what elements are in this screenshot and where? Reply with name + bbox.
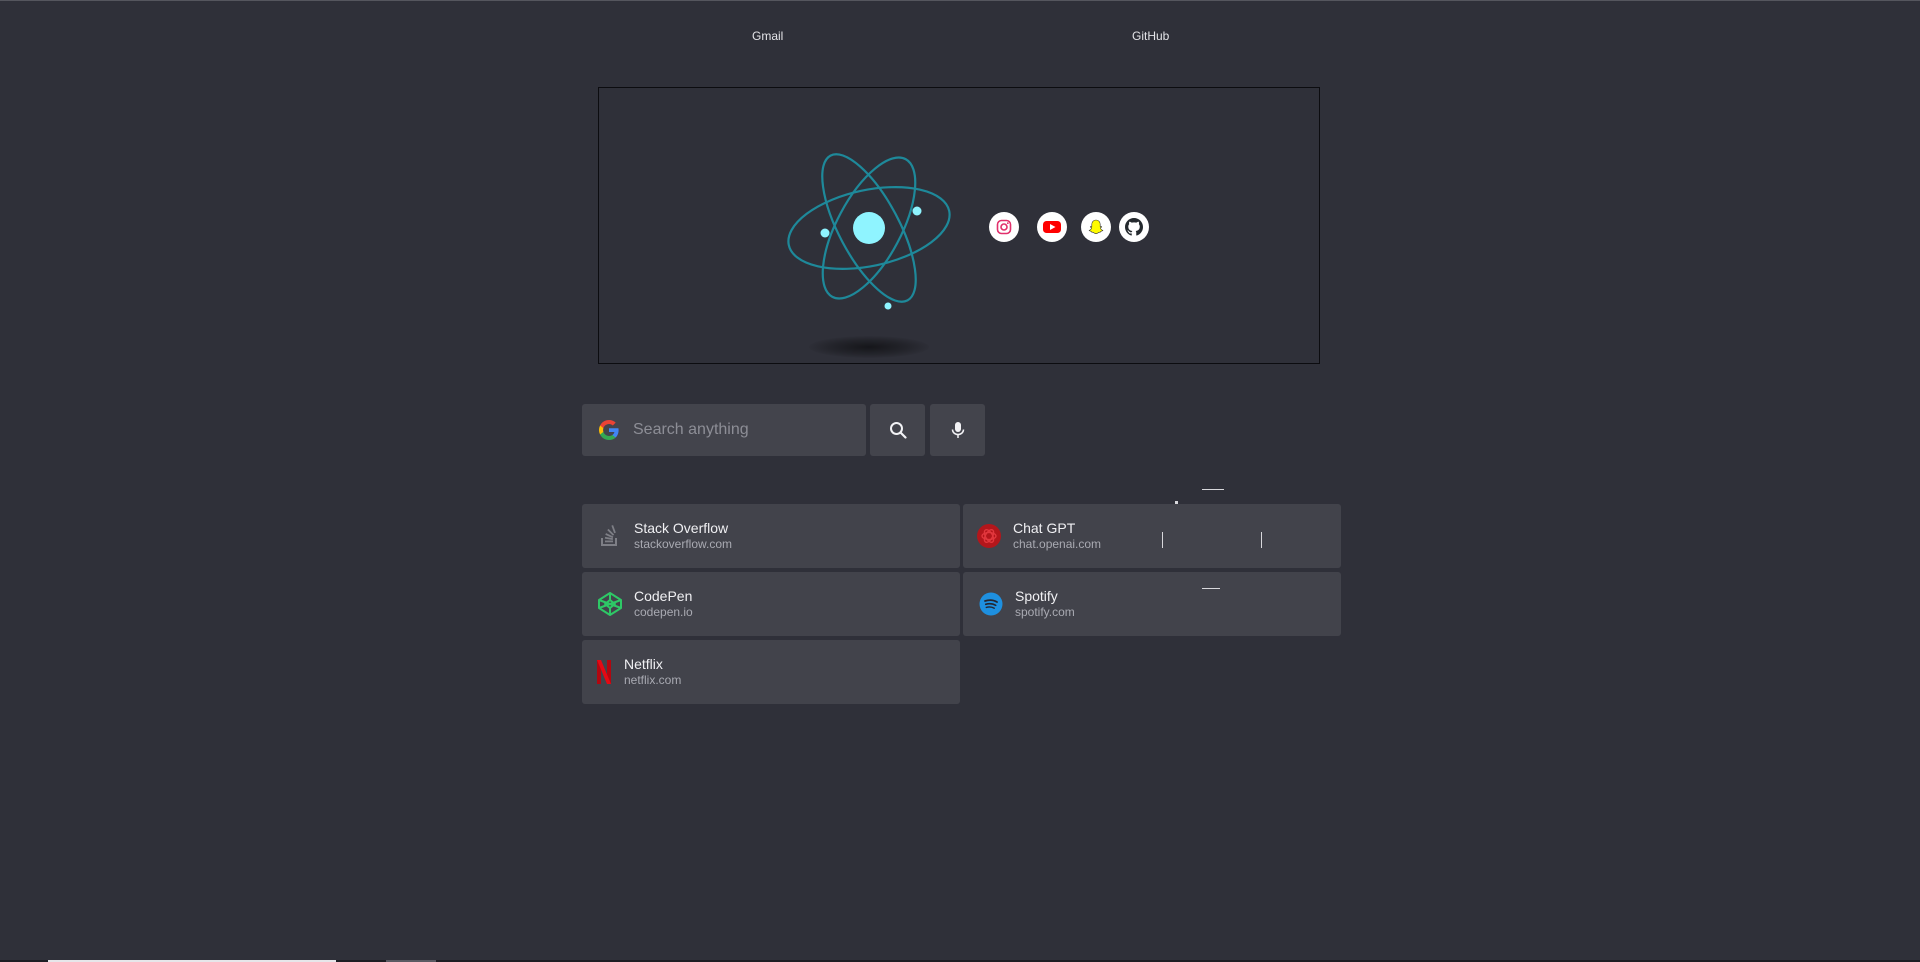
search-input[interactable] (631, 420, 855, 440)
microphone-icon (951, 422, 964, 438)
github-icon (1125, 218, 1143, 236)
voice-search-button[interactable] (930, 404, 985, 456)
render-artifact (1202, 489, 1224, 490)
render-artifact (1202, 588, 1220, 589)
instagram-icon (996, 219, 1012, 235)
shortcut-url: spotify.com (1015, 605, 1075, 619)
youtube-icon (1043, 221, 1061, 233)
shortcut-spotify[interactable]: Spotify spotify.com (963, 572, 1341, 636)
render-artifact (1162, 532, 1163, 548)
shortcut-name: Chat GPT (1013, 520, 1076, 536)
shortcut-name: CodePen (634, 588, 693, 604)
search-icon (889, 422, 907, 439)
youtube-link[interactable] (1037, 212, 1067, 242)
render-artifact (1261, 532, 1262, 548)
shortcut-chatgpt[interactable]: Chat GPT chat.openai.com (963, 504, 1341, 568)
shortcut-url: netflix.com (624, 673, 682, 687)
snapchat-link[interactable] (1081, 212, 1111, 242)
shortcut-name: Netflix (624, 656, 663, 672)
atom-icon (787, 153, 951, 310)
shortcut-url: stackoverflow.com (634, 537, 733, 551)
shortcut-url: codepen.io (634, 605, 693, 619)
netflix-icon (597, 660, 611, 684)
new-tab-page: Gmail GitHub Search anything Stack Overf… (0, 0, 1920, 962)
google-icon (599, 420, 619, 440)
search-box (582, 404, 866, 456)
render-artifact (1175, 501, 1178, 504)
shortcut-stackoverflow[interactable]: Stack Overflow stackoverflow.com (582, 504, 960, 568)
shortcut-name: Stack Overflow (634, 520, 729, 536)
openai-icon (977, 524, 1001, 548)
gmail-link[interactable]: Gmail (752, 29, 783, 43)
instagram-link[interactable] (989, 212, 1019, 242)
stackoverflow-icon (601, 525, 617, 546)
atom-shadow (809, 336, 929, 358)
shortcut-name: Spotify (1015, 588, 1058, 604)
search-button[interactable] (870, 404, 925, 456)
spotify-icon (979, 592, 1003, 616)
github-link[interactable]: GitHub (1132, 29, 1169, 43)
shortcut-netflix[interactable]: Netflix netflix.com (582, 640, 960, 704)
snapchat-icon (1088, 219, 1104, 235)
shortcut-codepen[interactable]: CodePen codepen.io (582, 572, 960, 636)
codepen-icon (598, 592, 622, 616)
github-social-link[interactable] (1119, 212, 1149, 242)
hero-panel (598, 87, 1320, 364)
shortcut-url: chat.openai.com (1013, 537, 1102, 551)
